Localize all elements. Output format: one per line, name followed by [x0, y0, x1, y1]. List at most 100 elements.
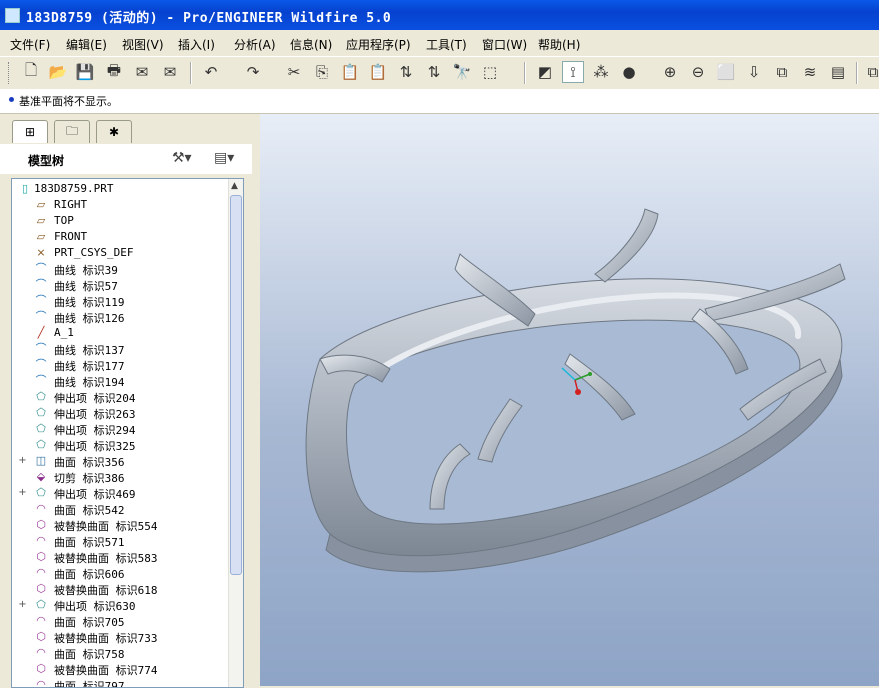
tree-item[interactable]: ⌒ 曲线 标识194 — [12, 373, 227, 389]
tree-settings-icon[interactable]: ⚒▾ — [172, 150, 192, 166]
tree-item-label: 曲线 标识194 — [54, 376, 125, 389]
tree-item[interactable]: ⬡ 被替换曲面 标识583 — [12, 549, 227, 565]
toolbar-grip[interactable] — [8, 62, 12, 84]
menu-help[interactable]: 帮助(H) — [538, 36, 580, 53]
reorient-icon[interactable]: ⇩ — [743, 61, 765, 83]
expand-icon[interactable]: + — [18, 456, 27, 466]
tab-folder-browser[interactable]: 🗀 — [54, 120, 90, 143]
tree-item-label: 曲线 标识119 — [54, 296, 125, 309]
open-file-icon[interactable]: 📂 — [47, 61, 69, 83]
scroll-up-icon[interactable]: ▲ — [231, 181, 238, 191]
protrusion-feature-icon: ⬠ — [36, 406, 46, 419]
find-icon[interactable]: 🔭 — [451, 61, 473, 83]
shading-icon[interactable]: ● — [618, 61, 640, 83]
tree-show-icon[interactable]: ▤▾ — [214, 150, 234, 166]
layers-icon[interactable]: ≋ — [799, 61, 821, 83]
menu-info[interactable]: 信息(N) — [290, 36, 332, 53]
print-icon[interactable]: 🖶 — [103, 61, 125, 83]
tree-item[interactable]: + ⬠ 伸出项 标识469 — [12, 485, 227, 501]
tree-item[interactable]: ⬡ 被替换曲面 标识618 — [12, 581, 227, 597]
tree-item[interactable]: ⬠ 伸出项 标识263 — [12, 405, 227, 421]
tree-item[interactable]: ⬠ 伸出项 标识294 — [12, 421, 227, 437]
tree-item-label: TOP — [54, 214, 74, 227]
undo-icon[interactable]: ↶ — [200, 61, 222, 83]
view-manager-icon[interactable]: ▤ — [827, 61, 849, 83]
tree-item-label: 被替换曲面 标识774 — [54, 664, 158, 677]
tree-item[interactable]: ⌒ 曲线 标识57 — [12, 277, 227, 293]
tree-item[interactable]: ⬡ 被替换曲面 标识774 — [12, 661, 227, 677]
zoom-in-icon[interactable]: ⊕ — [659, 61, 681, 83]
datum-display-icon[interactable]: ◩ — [534, 61, 556, 83]
cut-icon[interactable]: ✂ — [283, 61, 305, 83]
regenerate-icon[interactable]: ⇅ — [395, 61, 417, 83]
axis-feature-icon: ╱ — [37, 326, 45, 339]
menu-applications[interactable]: 应用程序(P) — [346, 36, 411, 53]
menu-analysis[interactable]: 分析(A) — [234, 36, 276, 53]
surface-purple-feature-icon: ◠ — [36, 502, 46, 515]
select-box-icon[interactable]: ⬚ — [479, 61, 501, 83]
menu-edit[interactable]: 编辑(E) — [66, 36, 107, 53]
axis-display-icon[interactable]: ⟟ — [562, 61, 584, 83]
tree-item-label: 曲线 标识126 — [54, 312, 125, 325]
menu-view[interactable]: 视图(V) — [122, 36, 164, 53]
tree-item[interactable]: ⬠ 伸出项 标识325 — [12, 437, 227, 453]
expand-icon[interactable]: + — [18, 488, 27, 498]
graphics-window[interactable] — [260, 114, 879, 686]
mail-attach-icon[interactable]: ✉ — [159, 61, 181, 83]
tree-item[interactable]: ⬙ 切剪 标识386 — [12, 469, 227, 485]
tree-item[interactable]: ⌒ 曲线 标识177 — [12, 357, 227, 373]
tree-item-label: 曲线 标识39 — [54, 264, 118, 277]
tree-item[interactable]: ◠ 曲面 标识758 — [12, 645, 227, 661]
tree-scrollbar[interactable]: ▲ — [228, 179, 243, 687]
tree-item[interactable]: ⌒ 曲线 标识119 — [12, 293, 227, 309]
tree-item[interactable]: ◠ 曲面 标识571 — [12, 533, 227, 549]
paste-icon[interactable]: 📋 — [339, 61, 361, 83]
saved-views-icon[interactable]: ⧉ — [771, 61, 793, 83]
tree-item-label: 曲面 标识797 — [54, 680, 125, 688]
menu-insert[interactable]: 插入(I) — [178, 36, 215, 53]
tree-item[interactable]: ⬡ 被替换曲面 标识554 — [12, 517, 227, 533]
tree-item[interactable]: ◠ 曲面 标识542 — [12, 501, 227, 517]
tree-item[interactable]: ⌒ 曲线 标识126 — [12, 309, 227, 325]
menu-file[interactable]: 文件(F) — [10, 36, 50, 53]
tree-item[interactable]: ⬠ 伸出项 标识204 — [12, 389, 227, 405]
cut-feature-icon: ⬙ — [36, 470, 46, 483]
tree-root-item[interactable]: ▯ 183D8759.PRT — [12, 181, 227, 197]
plane-feature-icon: ▱ — [36, 198, 46, 211]
menu-tools[interactable]: 工具(T) — [426, 36, 467, 53]
mail-icon[interactable]: ✉ — [131, 61, 153, 83]
paste-special-icon[interactable]: 📋 — [367, 61, 389, 83]
tree-item[interactable]: + ◫ 曲面 标识356 — [12, 453, 227, 469]
tree-item[interactable]: ⌒ 曲线 标识39 — [12, 261, 227, 277]
tree-item[interactable]: ▱ TOP — [12, 213, 227, 229]
message-bullet-icon — [9, 97, 14, 102]
surface-purple-feature-icon: ◠ — [36, 614, 46, 627]
tree-item[interactable]: ╱ A_1 — [12, 325, 227, 341]
scrollbar-thumb[interactable] — [230, 195, 242, 575]
tree-item[interactable]: ◠ 曲面 标识705 — [12, 613, 227, 629]
tree-item-label: 伸出项 标识469 — [54, 488, 136, 501]
expand-icon[interactable]: + — [18, 600, 27, 610]
copy-icon[interactable]: ⎘ — [311, 61, 333, 83]
panel-splitter[interactable] — [252, 114, 260, 686]
tree-item[interactable]: ⨯ PRT_CSYS_DEF — [12, 245, 227, 261]
zoom-out-icon[interactable]: ⊖ — [687, 61, 709, 83]
regenerate-manager-icon[interactable]: ⇅ — [423, 61, 445, 83]
tree-item[interactable]: ◠ 曲面 标识606 — [12, 565, 227, 581]
tree-item[interactable]: ▱ FRONT — [12, 229, 227, 245]
tree-item[interactable]: ⌒ 曲线 标识137 — [12, 341, 227, 357]
tab-model-tree[interactable]: ⊞ — [12, 120, 48, 143]
model-tree-toggle-icon[interactable]: ⧉ — [862, 61, 879, 83]
refit-icon[interactable]: ⬜ — [715, 61, 737, 83]
tree-item[interactable]: ▱ RIGHT — [12, 197, 227, 213]
tab-favorites[interactable]: ✱ — [96, 120, 132, 143]
tree-item[interactable]: ◠ 曲面 标识797 — [12, 677, 227, 688]
tree-item[interactable]: ⬡ 被替换曲面 标识733 — [12, 629, 227, 645]
save-icon[interactable]: 💾 — [74, 61, 96, 83]
tree-item[interactable]: + ⬠ 伸出项 标识630 — [12, 597, 227, 613]
menu-window[interactable]: 窗口(W) — [482, 36, 527, 53]
curve-feature-icon: ⌒ — [35, 342, 47, 355]
new-file-icon[interactable]: 🗋 — [20, 61, 42, 83]
redo-icon[interactable]: ↷ — [242, 61, 264, 83]
point-display-icon[interactable]: ⁂ — [590, 61, 612, 83]
